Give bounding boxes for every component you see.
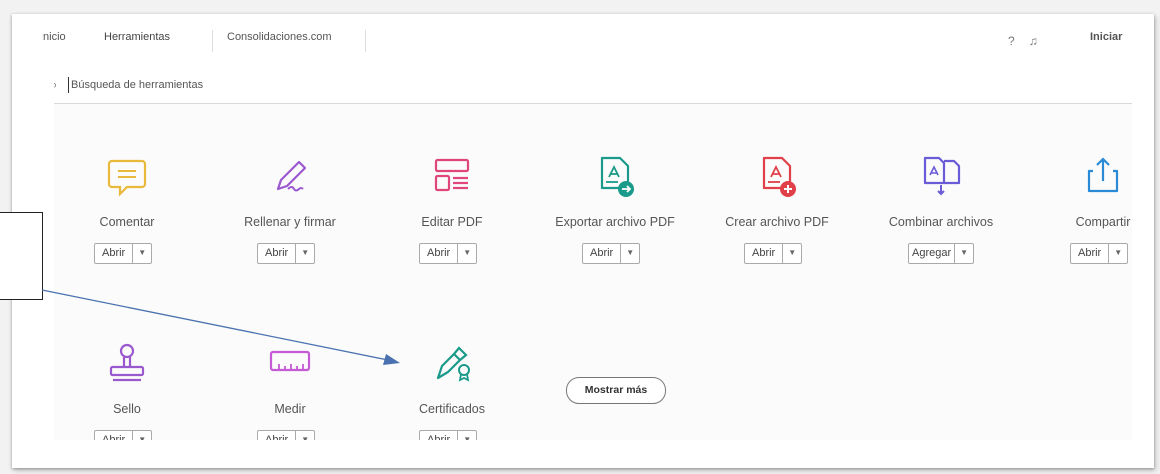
annotation-arrow — [41, 289, 400, 365]
